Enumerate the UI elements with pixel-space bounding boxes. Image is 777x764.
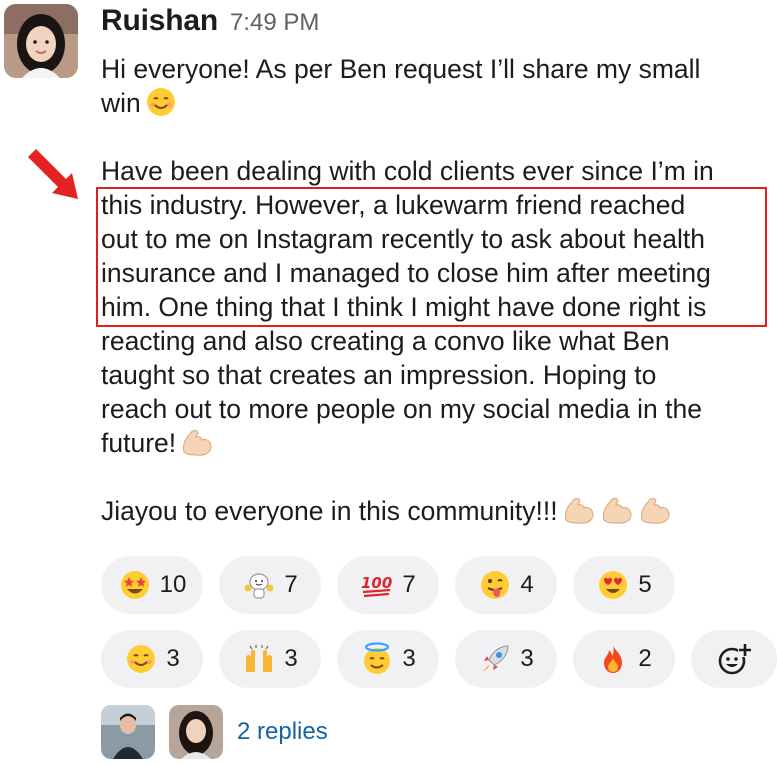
reaction-halo-face[interactable]: 3 [337, 630, 439, 688]
add-emoji-icon [716, 641, 752, 677]
flexed-biceps-icon [638, 494, 672, 534]
message-line-with-emoji: win [101, 86, 771, 120]
message-line: taught so that creates an impression. Ho… [101, 360, 657, 390]
reaction-count: 2 [638, 645, 652, 672]
red-arrow-icon [22, 143, 84, 205]
raised-hands-icon [242, 642, 276, 676]
fire-icon [596, 642, 630, 676]
reaction-star-struck[interactable]: 10 [101, 556, 203, 614]
message-line: reacting and also creating a convo like … [101, 326, 670, 356]
message-body: Hi everyone! As per Ben request I’ll sha… [101, 52, 771, 528]
message-line: him. One thing that I think I might have… [101, 292, 707, 322]
message-line: insurance and I managed to close him aft… [101, 258, 711, 288]
halo-face-icon [360, 642, 394, 676]
thread-summary[interactable]: 2 replies [101, 705, 328, 759]
message-line: Hi everyone! As per Ben request I’ll sha… [101, 54, 701, 84]
smiling-face-icon [124, 642, 158, 676]
smiling-face-icon [145, 86, 177, 126]
reaction-rocket[interactable]: 3 [455, 630, 557, 688]
message-line: this industry. However, a lukewarm frien… [101, 190, 686, 220]
reaction-count: 10 [159, 571, 187, 598]
reaction-count: 3 [284, 645, 298, 672]
heart-eyes-face-icon [596, 568, 630, 602]
tongue-out-face-icon [478, 568, 512, 602]
reaction-row: 10 7 100 7 4 5 [101, 556, 777, 614]
flexed-biceps-icon [180, 426, 214, 466]
reaction-count: 3 [166, 645, 180, 672]
reaction-count: 3 [402, 645, 416, 672]
flexed-biceps-icon [562, 494, 596, 534]
message-line: reach out to more people on my social me… [101, 394, 702, 424]
message-line-text: win [101, 88, 141, 118]
reply-avatar[interactable] [101, 705, 155, 759]
reaction-row: 3 3 3 3 2 [101, 630, 777, 688]
author-avatar[interactable] [4, 4, 78, 78]
reaction-count: 4 [520, 571, 534, 598]
message-line: Have been dealing with cold clients ever… [101, 156, 714, 186]
message-line-text: Jiayou to everyone in this community!!! [101, 496, 558, 526]
star-struck-icon [118, 568, 152, 602]
reaction-smiling-face[interactable]: 3 [101, 630, 203, 688]
cheering-character-icon [242, 568, 276, 602]
hundred-points-icon: 100 [360, 568, 394, 602]
reaction-count: 7 [402, 571, 416, 598]
reaction-count: 3 [520, 645, 534, 672]
message-line-text: future! [101, 428, 177, 458]
reaction-raised-hands[interactable]: 3 [219, 630, 321, 688]
reaction-count: 7 [284, 571, 298, 598]
replies-link[interactable]: 2 replies [237, 718, 328, 746]
reaction-heart-eyes-face[interactable]: 5 [573, 556, 675, 614]
reaction-count: 5 [638, 571, 652, 598]
message-line: out to me on Instagram recently to ask a… [101, 224, 705, 254]
rocket-icon [478, 642, 512, 676]
author-name[interactable]: Ruishan [101, 4, 218, 38]
message-timestamp[interactable]: 7:49 PM [230, 9, 319, 37]
add-reaction-button[interactable] [691, 630, 777, 688]
reaction-fire[interactable]: 2 [573, 630, 675, 688]
reaction-hundred-points[interactable]: 100 7 [337, 556, 439, 614]
reaction-tongue-out-face[interactable]: 4 [455, 556, 557, 614]
reaction-cheering-character[interactable]: 7 [219, 556, 321, 614]
flexed-biceps-icon [600, 494, 634, 534]
message-line-with-emoji: Jiayou to everyone in this community!!! [101, 494, 771, 528]
message-line-with-emoji: future! [101, 426, 771, 460]
reply-avatar[interactable] [169, 705, 223, 759]
message-header: Ruishan 7:49 PM [101, 4, 319, 44]
reactions-bar: 10 7 100 7 4 5 3 3 3 3 2 [101, 556, 777, 704]
